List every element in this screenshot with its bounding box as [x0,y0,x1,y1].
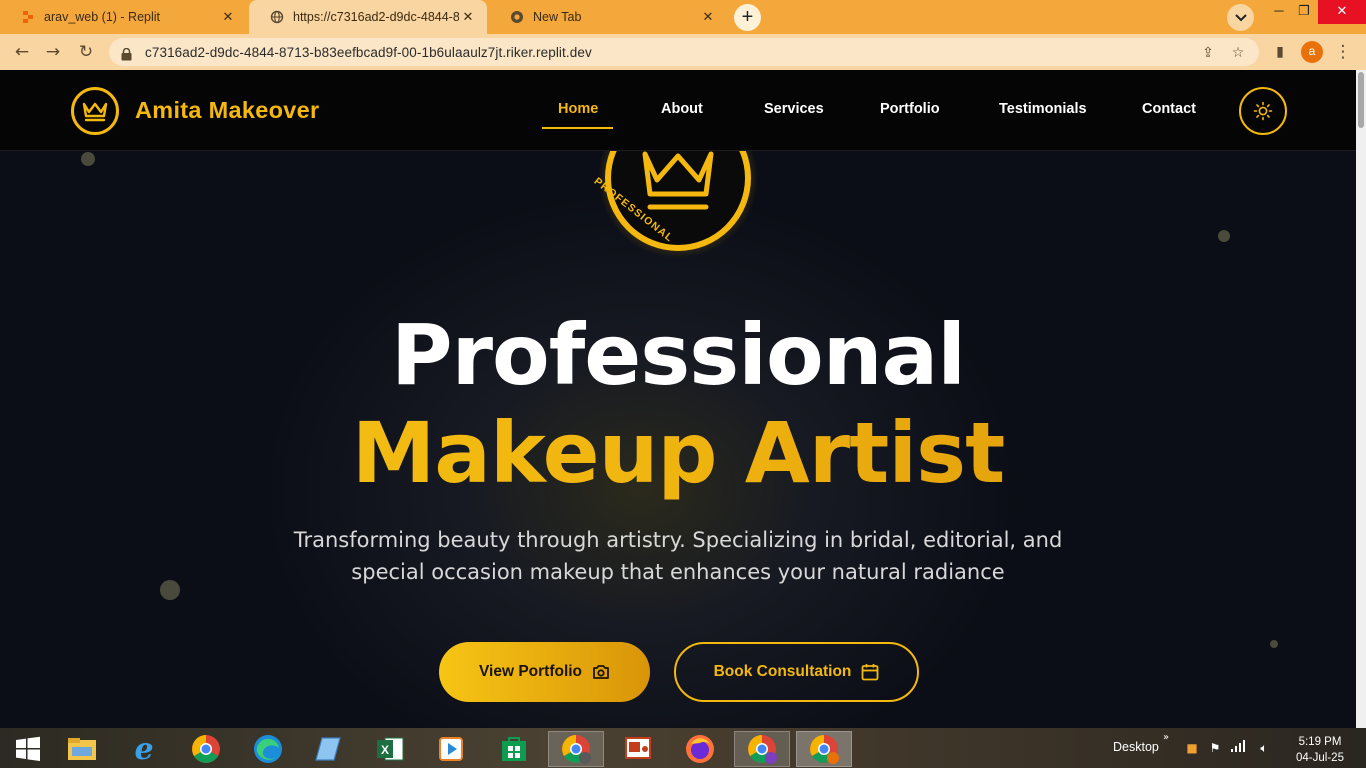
tray-app-icon[interactable]: ■ [1184,740,1200,756]
sun-icon [1253,101,1273,121]
hero-subtitle: Transforming beauty through artistry. Sp… [293,528,1063,584]
powerpoint-icon[interactable] [610,731,666,767]
chrome-profile-a-icon[interactable] [796,731,852,767]
reload-button[interactable]: ↻ [75,42,97,64]
nav-home[interactable]: Home [558,101,598,117]
tab-title: arav_web (1) - Replit [44,10,161,24]
edge-icon[interactable] [240,731,296,767]
address-bar[interactable]: c7316ad2-d9dc-4844-8713-b83eefbcad9f-00-… [109,38,1259,66]
bokeh-dot [81,152,95,166]
desktop-toolbar-label[interactable]: Desktop [1113,740,1159,754]
close-icon[interactable]: ✕ [459,9,477,25]
tab-active-site[interactable]: https://c7316ad2-d9dc-4844-871 ✕ [249,0,487,34]
chrome-profile-r-icon[interactable] [734,731,790,767]
nav-portfolio[interactable]: Portfolio [880,101,940,117]
tab-replit[interactable]: arav_web (1) - Replit ✕ [0,0,247,34]
book-consultation-label: Book Consultation [713,663,852,680]
tab-title: New Tab [533,10,582,24]
hero-title-line1: Professional [391,306,966,404]
hero-title-line2: Makeup Artist [0,404,1356,502]
globe-icon [269,9,285,25]
browser-toolbar: ← → ↻ c7316ad2-d9dc-4844-8713-b83eefbcad… [0,34,1366,70]
bookmark-star-icon[interactable]: ☆ [1229,44,1247,62]
bokeh-dot [1270,640,1278,648]
browser-tabstrip: arav_web (1) - Replit ✕ https://c7316ad2… [0,0,1366,34]
view-portfolio-label: View Portfolio [478,663,583,680]
chrome-icon[interactable] [548,731,604,767]
bokeh-dot [160,580,180,600]
nav-about[interactable]: About [661,101,703,117]
svg-text:X: X [381,743,389,757]
profile-avatar[interactable]: a [1301,41,1323,63]
nav-active-indicator [542,127,613,129]
chrome-icon [509,9,525,25]
excel-icon[interactable]: X [362,731,418,767]
page-scrollbar[interactable] [1358,72,1364,128]
tab-search-button[interactable] [1227,4,1254,31]
system-clock[interactable]: 5:19 PM 04-Jul-25 [1290,734,1350,766]
more-menu-icon[interactable]: ⋮ [1332,42,1354,64]
forward-button[interactable]: → [42,42,64,64]
book-consultation-button[interactable]: Book Consultation [674,642,919,702]
theme-toggle-button[interactable] [1239,87,1287,135]
tab-new-tab[interactable]: New Tab ✕ [489,0,727,34]
web-page: PROFESSIONAL Amita Makeover Home About S… [0,70,1366,728]
network-icon[interactable] [1230,740,1246,756]
tab-title: https://c7316ad2-d9dc-4844-871 [293,10,459,24]
new-tab-button[interactable]: + [734,4,761,31]
side-panel-icon[interactable]: ▮ [1269,42,1291,64]
calendar-icon [861,664,879,681]
camera-icon [593,665,609,679]
nav-testimonials[interactable]: Testimonials [999,101,1087,117]
internet-explorer-icon[interactable]: e [116,731,172,767]
nav-services[interactable]: Services [764,101,824,117]
chevron-right-icon[interactable]: » [1163,732,1169,743]
flag-icon[interactable]: ⚑ [1207,740,1223,756]
chevron-down-icon [1234,13,1247,21]
share-icon[interactable]: ⇪ [1199,44,1217,62]
clock-time: 5:19 PM [1298,736,1342,748]
site-header: Amita Makeover Home About Services Portf… [0,70,1356,151]
close-icon[interactable]: ✕ [699,9,717,25]
restore-button[interactable]: ❐ [1289,0,1319,24]
volume-icon[interactable]: 🔈︎ [1256,740,1272,756]
start-icon[interactable] [0,731,56,767]
lock-icon [121,46,132,61]
chrome-icon[interactable] [178,731,234,767]
close-window-button[interactable]: ✕ [1318,0,1366,24]
firefox-icon[interactable] [672,731,728,767]
crown-icon [82,102,108,122]
store-icon[interactable] [486,731,542,767]
media-player-icon[interactable] [423,731,479,767]
url-text: c7316ad2-d9dc-4844-8713-b83eefbcad9f-00-… [145,44,592,60]
brand-name[interactable]: Amita Makeover [135,97,319,124]
bokeh-dot [1218,230,1230,242]
clock-date: 04-Jul-25 [1296,752,1344,764]
replit-icon [20,9,36,25]
view-portfolio-button[interactable]: View Portfolio [439,642,650,702]
notepad-icon[interactable] [300,731,356,767]
logo[interactable] [71,87,119,135]
nav-contact[interactable]: Contact [1142,101,1196,117]
back-button[interactable]: ← [11,42,33,64]
file-explorer-icon[interactable] [54,731,110,767]
close-icon[interactable]: ✕ [219,9,237,25]
windows-taskbar: e X Desktop » ■ ⚑ 🔈︎ 5:19 PM 04-Jul-25 [0,728,1366,768]
